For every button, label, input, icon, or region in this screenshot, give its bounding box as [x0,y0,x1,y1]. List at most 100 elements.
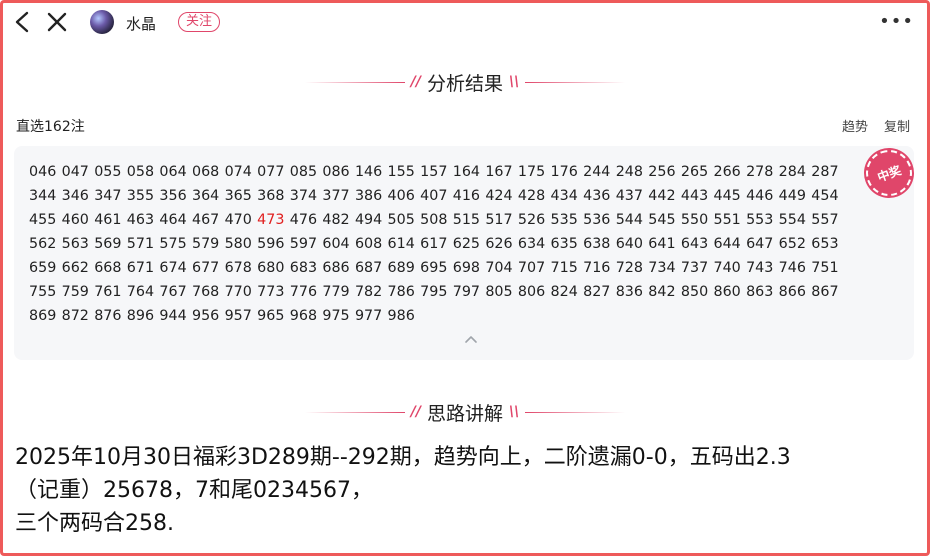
number-item: 782 [354,284,383,300]
number-item: 355 [126,188,155,204]
number-item: 167 [485,164,513,180]
avatar[interactable] [90,10,114,34]
number-item: 445 [713,188,741,204]
number-item: 164 [452,164,481,180]
number-item: 554 [778,212,806,228]
number-item: 986 [387,308,415,324]
number-item: 575 [159,236,187,252]
number-item: 344 [29,188,57,204]
number-row: 344 346 347 355 356 364 365 368 374 377 386 406 407 4… [29,184,844,208]
number-item: 470 [224,212,252,228]
number-item: 455 [29,212,57,228]
title-slash-icon: // [410,74,421,90]
explain-section-title: // 思路讲解 \\ [0,398,930,426]
number-item: 761 [94,284,122,300]
number-item: 956 [191,308,220,324]
number-item: 377 [322,188,350,204]
number-item: 944 [159,308,187,324]
number-item: 346 [61,188,89,204]
number-item: 746 [778,260,806,276]
number-item: 563 [61,236,89,252]
number-item: 454 [811,188,839,204]
number-item: 596 [257,236,285,252]
number-item: 571 [126,236,155,252]
title-slash-icon: \\ [509,74,520,90]
more-options-icon[interactable]: ••• [879,13,914,31]
collapse-chevron-up-icon[interactable] [464,334,478,344]
result-title-text: 分析结果 [426,72,503,95]
number-item: 728 [615,260,643,276]
numbers-panel: 046 047 055 058 064 068 074 077 085 086 146 155 157 1… [14,146,914,360]
number-item: 869 [29,308,57,324]
number-item: 968 [289,308,318,324]
number-item: 446 [746,188,774,204]
number-item: 046 [29,164,57,180]
number-item: 449 [778,188,806,204]
number-item: 515 [452,212,481,228]
number-item: 508 [420,212,448,228]
number-item: 678 [224,260,252,276]
explain-title-text: 思路讲解 [426,402,503,425]
number-item: 786 [387,284,415,300]
number-item: 265 [680,164,709,180]
follow-button[interactable]: 关注 [178,12,221,32]
number-item: 707 [517,260,546,276]
number-item: 866 [778,284,806,300]
number-item: 550 [680,212,709,228]
number-item: 553 [746,212,774,228]
number-item: 517 [485,212,513,228]
number-item: 569 [94,236,122,252]
number-item: 751 [811,260,839,276]
number-item: 155 [387,164,415,180]
number-item: 863 [746,284,774,300]
username[interactable]: 水晶 [126,13,156,34]
number-item: 625 [452,236,481,252]
number-item: 640 [615,236,643,252]
number-item: 671 [126,260,155,276]
number-item: 175 [517,164,546,180]
number-item-highlighted: 473 [257,212,285,228]
explanation-line: 三个两码合258. [15,511,174,536]
trend-button[interactable]: 趋势 [842,116,868,135]
number-row: 755 759 761 764 767 768 770 773 776 779 782 786 795 7… [29,280,844,304]
number-item: 176 [550,164,578,180]
explanation-line: （记重）25678，7和尾0234567， [15,478,373,503]
number-item: 767 [159,284,187,300]
number-item: 424 [485,188,513,204]
number-item: 086 [322,164,350,180]
close-icon[interactable] [46,11,68,33]
number-item: 872 [61,308,89,324]
number-item: 055 [94,164,122,180]
number-item: 604 [322,236,350,252]
number-item: 617 [420,236,448,252]
number-item: 608 [354,236,383,252]
number-item: 715 [550,260,578,276]
number-item: 975 [322,308,350,324]
number-item: 677 [191,260,220,276]
number-item: 284 [778,164,806,180]
number-item: 437 [615,188,643,204]
title-divider-right [525,411,626,413]
number-item: 266 [713,164,741,180]
number-item: 806 [517,284,546,300]
number-item: 755 [29,284,57,300]
number-item: 698 [452,260,481,276]
number-item: 460 [61,212,89,228]
number-item: 842 [648,284,676,300]
title-divider-left [304,411,405,413]
number-item: 716 [583,260,611,276]
number-item: 759 [61,284,89,300]
number-item: 368 [257,188,285,204]
number-item: 674 [159,260,187,276]
number-item: 680 [257,260,285,276]
number-item: 386 [354,188,383,204]
back-arrow-icon[interactable] [12,10,34,34]
copy-button[interactable]: 复制 [884,116,910,135]
number-item: 827 [583,284,611,300]
number-item: 695 [420,260,448,276]
number-item: 442 [648,188,676,204]
title-slash-icon: \\ [509,404,520,420]
explanation-text: 2025年10月30日福彩3D289期--292期，趋势向上，二阶遗漏0-0，五… [15,441,915,540]
number-item: 795 [420,284,448,300]
number-item: 074 [224,164,252,180]
